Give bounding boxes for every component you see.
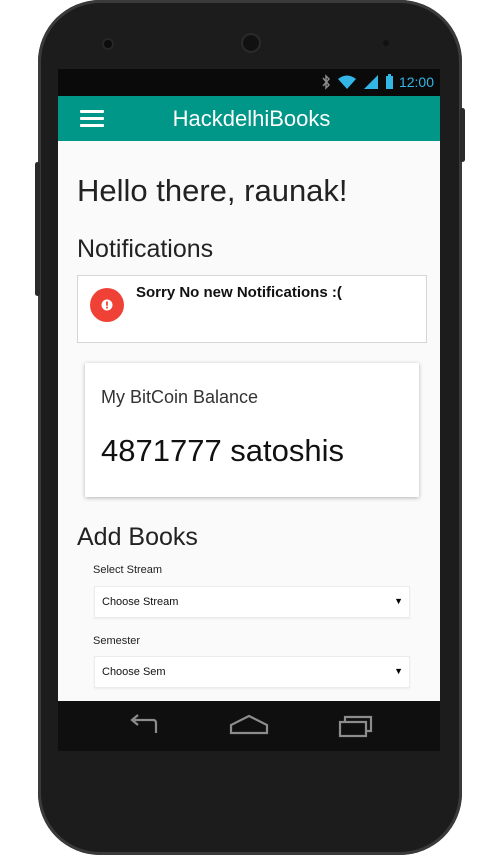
front-camera	[104, 40, 112, 48]
signal-icon	[364, 75, 378, 89]
semester-label: Semester	[93, 635, 141, 647]
semester-select[interactable]: Choose Sem ▼	[94, 656, 410, 688]
chevron-down-icon: ▼	[394, 666, 403, 676]
wifi-icon	[338, 75, 356, 89]
proximity-sensor	[383, 40, 389, 46]
status-bar: 12:00	[58, 69, 440, 96]
notification-card: Sorry No new Notifications :(	[77, 275, 427, 343]
stream-select[interactable]: Choose Stream ▼	[94, 586, 410, 618]
stream-label: Select Stream	[93, 564, 163, 576]
bitcoin-balance-value: 4871777 satoshis	[101, 433, 345, 468]
chevron-down-icon: ▼	[394, 596, 403, 606]
app-title: HackdelhiBooks	[172, 106, 331, 131]
greeting-heading: Hello there, raunak!	[77, 173, 348, 208]
bluetooth-icon	[322, 74, 331, 90]
stream-select-value: Choose Stream	[102, 596, 179, 608]
status-clock: 12:00	[398, 74, 434, 90]
battery-icon	[386, 74, 393, 89]
system-nav-bar	[58, 701, 440, 751]
bitcoin-balance-card: My BitCoin Balance 4871777 satoshis	[85, 363, 419, 497]
volume-button	[35, 162, 40, 296]
semester-select-value: Choose Sem	[102, 666, 166, 678]
main-content: Hello there, raunak! Notifications Sorry…	[58, 141, 440, 701]
app-bar: HackdelhiBooks	[58, 96, 440, 141]
back-icon[interactable]	[122, 711, 166, 741]
notification-message: Sorry No new Notifications :(	[136, 284, 342, 301]
phone-screen: 12:00 HackdelhiBooks Hello there, raunak…	[58, 69, 440, 751]
notifications-heading: Notifications	[77, 235, 214, 263]
earpiece-speaker	[241, 33, 261, 53]
power-button	[460, 108, 465, 162]
home-icon[interactable]	[227, 711, 271, 741]
alert-icon	[90, 288, 124, 322]
bitcoin-balance-label: My BitCoin Balance	[101, 387, 259, 407]
add-books-heading: Add Books	[77, 523, 198, 551]
recents-icon[interactable]	[333, 711, 377, 741]
